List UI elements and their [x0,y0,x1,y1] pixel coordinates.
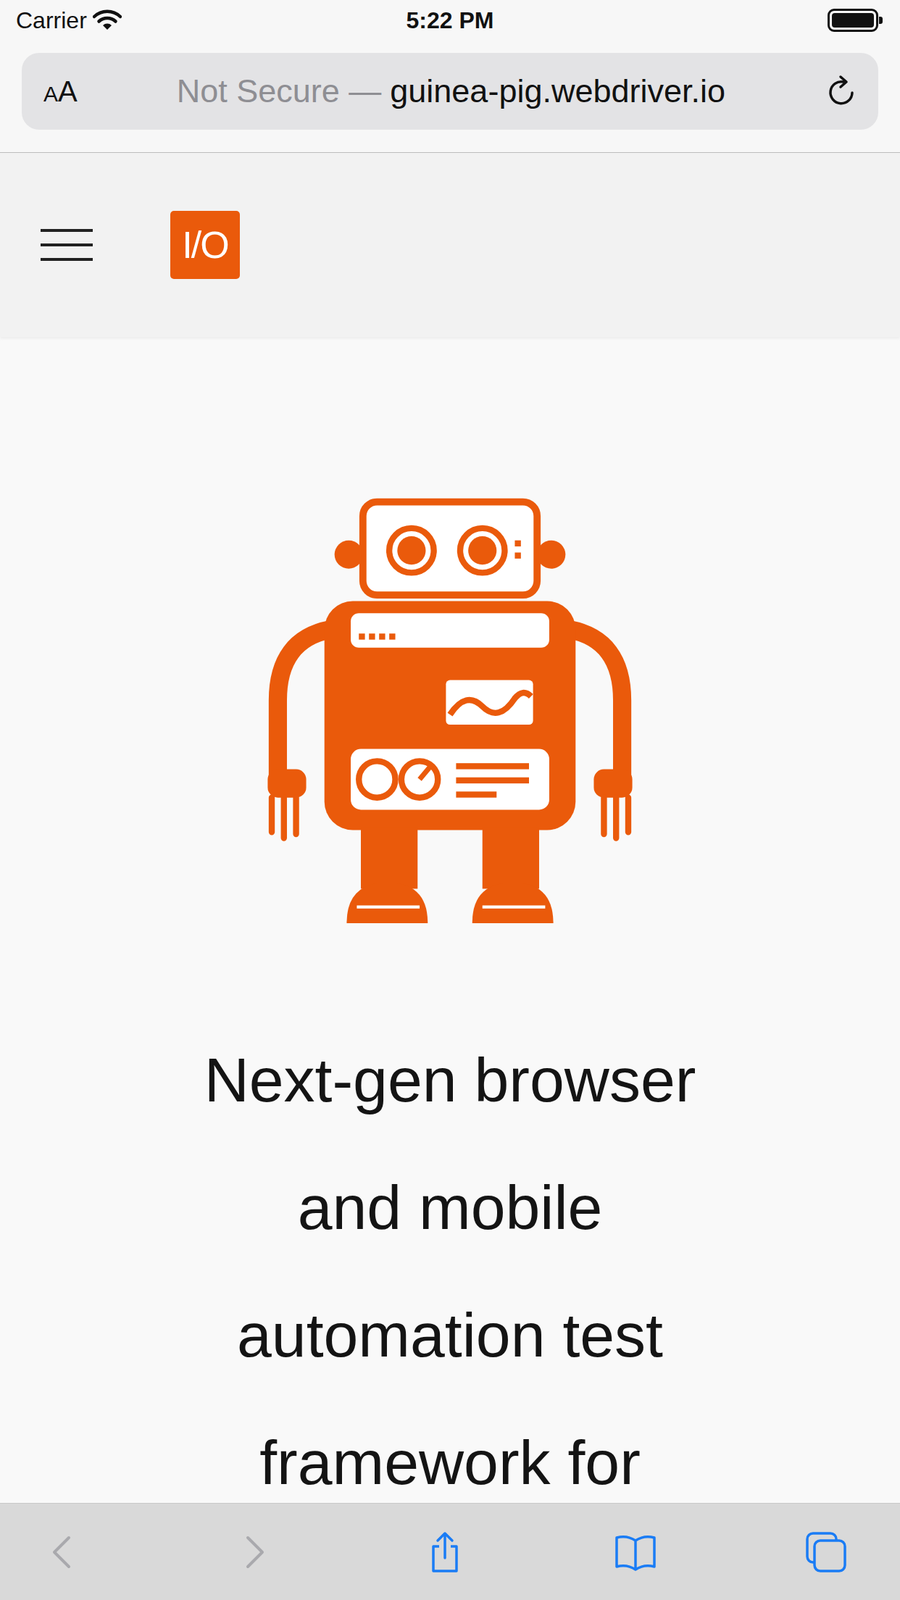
browser-top: Carrier 5:22 PM AA Not Secure —guinea-pi… [0,0,900,153]
forward-icon [231,1530,276,1574]
hero: Next-gen browserand mobileautomation tes… [0,336,900,1527]
site-logo[interactable]: I/O [170,210,240,279]
carrier-label: Carrier [15,8,87,32]
heading-line: automation test [0,1271,900,1399]
text-size-button[interactable]: AA [43,76,78,106]
security-label: Not Secure — [176,72,382,110]
menu-icon[interactable] [40,224,93,266]
address-bar[interactable]: AA Not Secure —guinea-pig.webdriver.io [21,52,879,130]
tabs-icon [804,1530,848,1574]
back-button[interactable] [41,1530,85,1574]
bookmarks-icon [613,1530,658,1574]
clock: 5:22 PM [406,8,495,32]
share-icon [423,1530,467,1574]
hero-heading: Next-gen browserand mobileautomation tes… [0,1015,900,1527]
bookmarks-button[interactable] [613,1530,658,1574]
share-button[interactable] [423,1530,467,1574]
heading-line: and mobile [0,1143,900,1272]
heading-line: Next-gen browser [0,1015,900,1144]
battery-icon [827,8,879,32]
back-icon [41,1530,85,1574]
host-label: guinea-pig.webdriver.io [389,72,726,110]
status-bar: Carrier 5:22 PM [0,0,900,41]
reload-icon[interactable] [824,73,860,109]
tabs-button[interactable] [804,1530,848,1574]
battery-fill [831,13,874,28]
browser-toolbar [0,1502,900,1600]
wifi-icon [92,9,122,32]
forward-button[interactable] [231,1530,276,1574]
url-text[interactable]: Not Secure —guinea-pig.webdriver.io [89,71,814,111]
robot-icon [267,497,633,924]
site-header: I/O [0,152,900,337]
